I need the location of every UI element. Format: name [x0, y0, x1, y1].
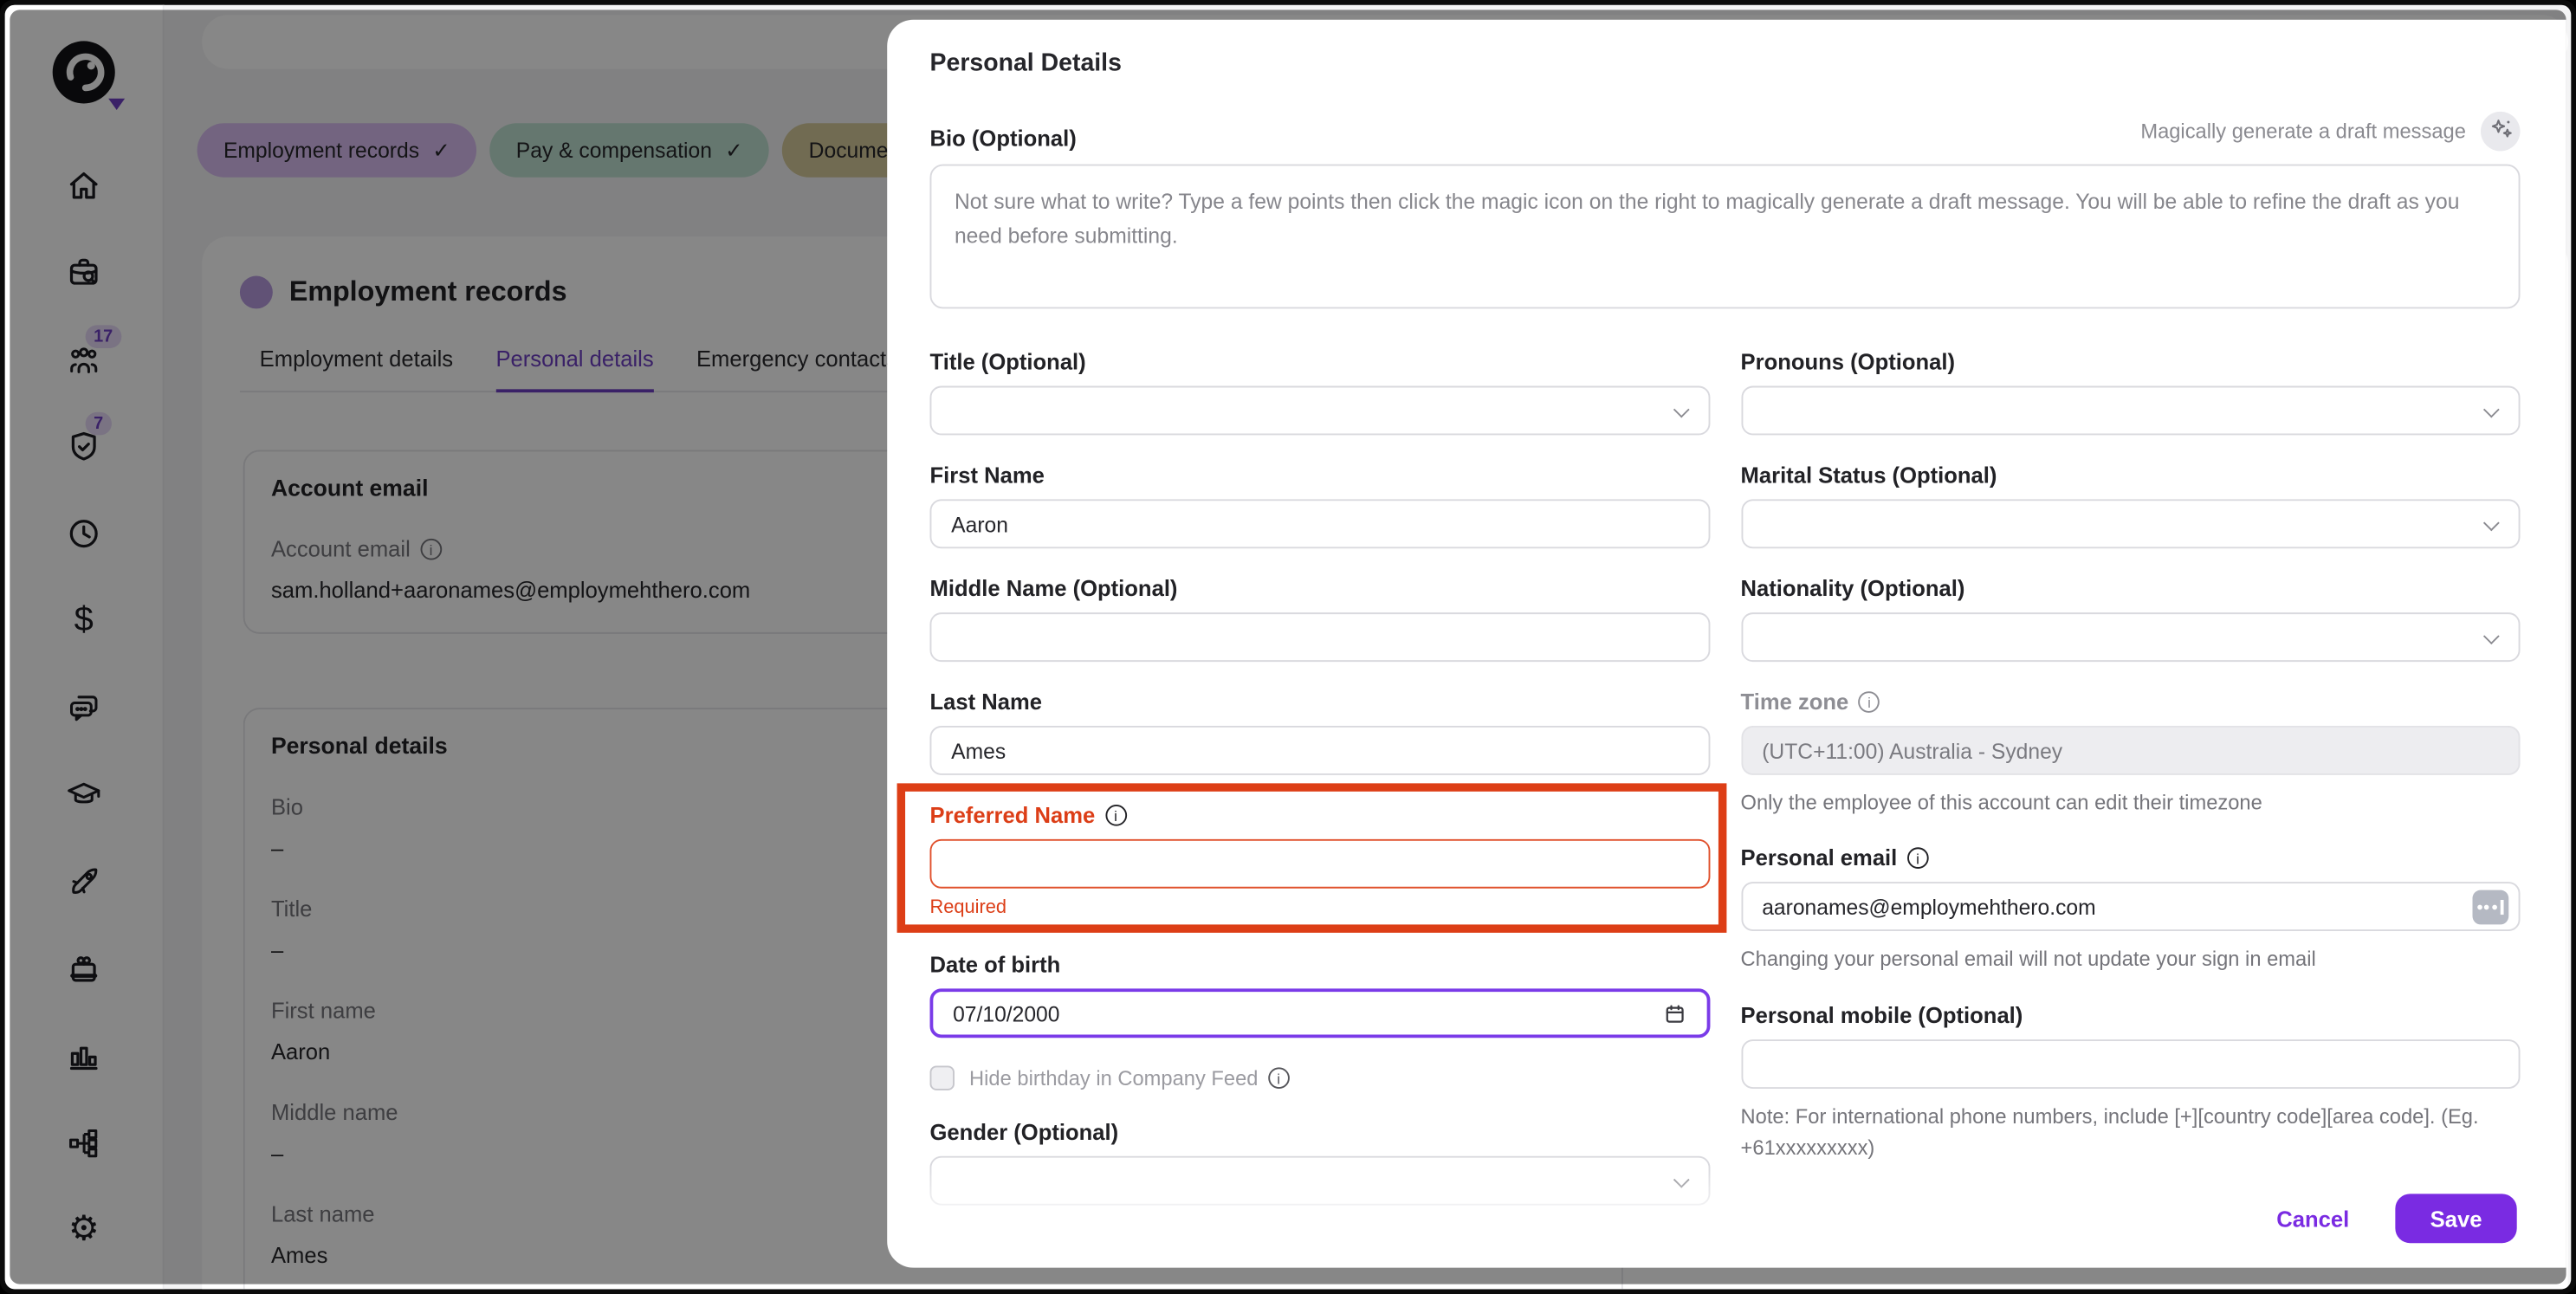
gender-field-label: Gender (Optional)	[930, 1120, 1710, 1144]
personal-details-drawer: Personal Details Bio (Optional) Magicall…	[887, 20, 2566, 1268]
first-name-field-label: First Name	[930, 463, 1710, 488]
timezone-input-disabled: (UTC+11:00) Australia - Sydney	[1741, 726, 2521, 775]
gender-select[interactable]	[930, 1156, 1710, 1206]
nationality-select[interactable]	[1741, 612, 2521, 662]
info-icon[interactable]	[1105, 805, 1127, 826]
save-button[interactable]: Save	[2395, 1194, 2516, 1243]
chevron-down-icon	[2483, 628, 2500, 644]
form-left-column: Title (Optional) First Name Middle Name …	[930, 350, 1710, 1233]
last-name-field-label: Last Name	[930, 689, 1710, 714]
dob-input[interactable]: 07/10/2000	[930, 988, 1710, 1038]
middle-name-field-label: Middle Name (Optional)	[930, 576, 1710, 600]
first-name-input[interactable]	[951, 512, 1688, 536]
bio-field-label: Bio (Optional)	[930, 126, 1077, 151]
marital-status-select[interactable]	[1741, 499, 2521, 548]
marital-status-field-label: Marital Status (Optional)	[1741, 463, 2521, 488]
bio-textarea[interactable]	[930, 165, 2521, 309]
pronouns-select[interactable]	[1741, 386, 2521, 436]
personal-email-note: Changing your personal email will not up…	[1741, 945, 2521, 977]
drawer-title: Personal Details	[930, 49, 2521, 77]
personal-mobile-input[interactable]	[1762, 1051, 2499, 1076]
chevron-down-icon	[2483, 402, 2500, 418]
sparkles-icon	[2489, 117, 2513, 146]
personal-mobile-field-label: Personal mobile (Optional)	[1741, 1003, 2521, 1027]
app-window: 17 7 $	[5, 5, 2572, 1290]
cancel-button[interactable]: Cancel	[2276, 1207, 2349, 1231]
last-name-input[interactable]	[951, 738, 1688, 762]
form-right-column: Pronouns (Optional) Marital Status (Opti…	[1741, 350, 2521, 1233]
timezone-field-label: Time zone	[1741, 689, 1849, 714]
nationality-field-label: Nationality (Optional)	[1741, 576, 2521, 600]
drawer-footer: Cancel Save	[2276, 1194, 2516, 1243]
preferred-name-field-label: Preferred Name	[930, 803, 1096, 827]
title-field-label: Title (Optional)	[930, 350, 1710, 374]
personal-mobile-note: Note: For international phone numbers, i…	[1741, 1102, 2521, 1165]
required-error-text: Required	[930, 898, 1710, 918]
chevron-down-icon	[1673, 1172, 1689, 1188]
chevron-down-icon	[1673, 402, 1689, 418]
chevron-down-icon	[2483, 514, 2500, 531]
personal-email-input[interactable]	[1762, 895, 2463, 919]
info-icon[interactable]	[1907, 848, 1929, 870]
pronouns-field-label: Pronouns (Optional)	[1741, 350, 2521, 374]
title-select[interactable]	[930, 386, 1710, 436]
personal-email-field-label: Personal email	[1741, 846, 1898, 870]
timezone-note: Only the employee of this account can ed…	[1741, 788, 2521, 820]
middle-name-input[interactable]	[951, 624, 1688, 649]
info-icon[interactable]	[1268, 1067, 1290, 1089]
password-manager-icon[interactable]	[2473, 890, 2509, 925]
dob-field-label: Date of birth	[930, 953, 1710, 977]
magic-hint: Magically generate a draft message	[2140, 120, 2466, 143]
preferred-name-input[interactable]	[951, 851, 1688, 876]
info-icon	[1859, 691, 1880, 713]
hide-birthday-checkbox[interactable]	[930, 1065, 955, 1090]
preferred-name-field-group: Preferred Name Required	[930, 803, 1710, 918]
magic-generate-button[interactable]	[2481, 112, 2521, 152]
calendar-icon[interactable]	[1661, 1001, 1686, 1025]
screen-frame: 17 7 $	[0, 0, 2576, 1294]
hide-birthday-label: Hide birthday in Company Feed	[969, 1066, 1258, 1090]
